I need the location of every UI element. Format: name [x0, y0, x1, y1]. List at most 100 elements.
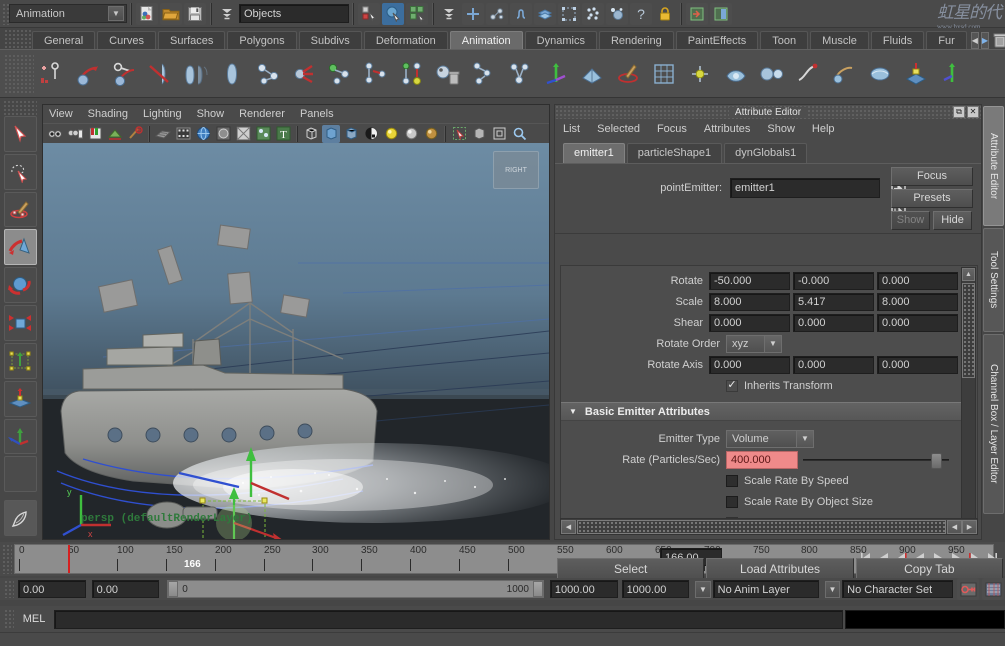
shelf-tab-grip[interactable]	[4, 29, 32, 49]
wire-tool-icon[interactable]	[792, 58, 824, 90]
scale-rate-by-object-size-checkbox[interactable]	[726, 496, 738, 508]
skin-bind-icon[interactable]	[540, 58, 572, 90]
attribute-editor-tab-particleShape1[interactable]: particleShape1	[627, 143, 722, 163]
attribute-editor-menu-list[interactable]: List	[563, 123, 580, 135]
rate-slider-handle[interactable]	[931, 453, 942, 469]
playback-start-field[interactable]: 1000.00	[550, 580, 618, 598]
bookmarks-icon[interactable]	[86, 125, 104, 143]
select-bounding-icon[interactable]	[490, 125, 508, 143]
attribute-editor-menu-attributes[interactable]: Attributes	[704, 123, 750, 135]
time-slider-grip[interactable]	[2, 544, 12, 574]
lattice-icon[interactable]	[648, 58, 680, 90]
delete-key-icon[interactable]	[144, 58, 176, 90]
rotate-y-input[interactable]	[793, 272, 874, 290]
viewport-menu-panels[interactable]: Panels	[300, 108, 334, 120]
scale-z-input[interactable]	[877, 293, 958, 311]
animation-preferences-icon[interactable]	[982, 578, 1004, 600]
viewport-menu-renderer[interactable]: Renderer	[239, 108, 285, 120]
command-line-grip[interactable]	[4, 609, 14, 629]
rotate-axis-x-input[interactable]	[709, 356, 790, 374]
blend-shape-icon[interactable]	[756, 58, 788, 90]
inherits-transform-checkbox[interactable]	[726, 380, 738, 392]
cluster-icon[interactable]	[684, 58, 716, 90]
close-window-icon[interactable]: ✕	[967, 106, 979, 118]
wireframe-icon[interactable]	[302, 125, 320, 143]
basic-emitter-attributes-section[interactable]: ▼ Basic Emitter Attributes	[561, 402, 961, 421]
snap-mode-icon[interactable]	[438, 3, 460, 25]
resolution-gate-icon[interactable]	[194, 125, 212, 143]
hscrollbar-thumb[interactable]	[577, 520, 946, 534]
soft-modification-icon[interactable]	[900, 58, 932, 90]
sculpt-deformer-icon[interactable]	[828, 58, 860, 90]
mirror-joint-icon[interactable]	[396, 58, 428, 90]
focus-button[interactable]: Focus	[891, 167, 973, 186]
shelf-tab-subdivs[interactable]: Subdivs	[299, 31, 362, 49]
use-all-lights-icon[interactable]	[402, 125, 420, 143]
current-frame-indicator[interactable]	[68, 545, 70, 574]
attribute-editor-vertical-scrollbar[interactable]: ▲ ▼	[961, 267, 976, 533]
chevron-left-icon[interactable]: ◀	[971, 32, 979, 49]
anim-layer-field[interactable]: No Anim Layer	[713, 580, 819, 598]
shelf-tab-curves[interactable]: Curves	[97, 31, 156, 49]
anim-start-time-field[interactable]: 0.00	[18, 580, 86, 598]
wireframe-on-shaded-icon[interactable]	[470, 125, 488, 143]
scale-tool[interactable]	[4, 305, 37, 341]
selection-mask-icon[interactable]	[216, 3, 238, 25]
orient-joint-icon[interactable]	[504, 58, 536, 90]
orientation-cube[interactable]: RIGHT	[493, 151, 539, 189]
lasso-tool[interactable]	[4, 154, 37, 190]
set-driven-key-icon[interactable]	[108, 58, 140, 90]
sidebar-right-icon[interactable]	[710, 3, 732, 25]
smooth-shade-selected-icon[interactable]	[342, 125, 360, 143]
shelf-tab-general[interactable]: General	[32, 31, 95, 49]
create-joint-icon[interactable]	[324, 58, 356, 90]
shear-y-input[interactable]	[793, 314, 874, 332]
sidebar-left-icon[interactable]	[686, 3, 708, 25]
shelf-tab-dynamics[interactable]: Dynamics	[525, 31, 597, 49]
restore-window-icon[interactable]: ⧉	[953, 106, 965, 118]
right-tab-channel-box-layer-editor[interactable]: Channel Box / Layer Editor	[983, 334, 1004, 514]
set-key-icon[interactable]	[36, 58, 68, 90]
chevron-down-icon[interactable]: ▼	[108, 6, 124, 21]
anim-layer-dropdown-arrow[interactable]: ▼	[695, 581, 710, 598]
menu-set-selector[interactable]: Animation ▼	[9, 4, 127, 23]
move-tool[interactable]	[4, 229, 37, 265]
command-line-input[interactable]	[54, 610, 843, 629]
viewport-3d[interactable]: x y RIGHT persp (defaultRenderLayer)	[43, 143, 549, 539]
ik-handle-icon[interactable]	[252, 58, 284, 90]
chevron-right-icon[interactable]: ▶	[981, 32, 989, 49]
select-by-component-icon[interactable]	[358, 3, 380, 25]
attribute-editor-menu-show[interactable]: Show	[767, 123, 795, 135]
new-scene-icon[interactable]	[136, 3, 158, 25]
shelf-tab-animation[interactable]: Animation	[450, 31, 523, 49]
remove-joint-icon[interactable]	[432, 58, 464, 90]
paint-weights-icon[interactable]	[612, 58, 644, 90]
attribute-editor-menu-selected[interactable]: Selected	[597, 123, 640, 135]
rotate-axis-y-input[interactable]	[793, 356, 874, 374]
character-set-dropdown-arrow[interactable]: ▼	[825, 581, 840, 598]
text-toggle-icon[interactable]: T	[274, 125, 292, 143]
shelf-tab-deformation[interactable]: Deformation	[364, 31, 448, 49]
viewport-menu-view[interactable]: View	[49, 108, 73, 120]
node-name-input[interactable]	[730, 178, 880, 198]
set-breakdown-key-icon[interactable]	[72, 58, 104, 90]
connect-joint-icon[interactable]	[360, 58, 392, 90]
rotate-axis-z-input[interactable]	[877, 356, 958, 374]
anim-end-time-field[interactable]: 0.00	[92, 580, 160, 598]
magnify-icon[interactable]	[510, 125, 528, 143]
emitter-type-select[interactable]: Volume ▼	[726, 430, 814, 448]
unghost-selected-icon[interactable]	[216, 58, 248, 90]
attribute-editor-menu-help[interactable]: Help	[812, 123, 835, 135]
attribute-editor-tab-dynGlobals1[interactable]: dynGlobals1	[724, 143, 807, 163]
scroll-up-button[interactable]: ▲	[962, 268, 975, 281]
smooth-shade-all-icon[interactable]	[322, 125, 340, 143]
right-tab-attribute-editor[interactable]: Attribute Editor	[983, 106, 1004, 226]
film-gate-icon[interactable]	[174, 125, 192, 143]
attribute-editor-menu-focus[interactable]: Focus	[657, 123, 687, 135]
rate-input[interactable]	[726, 451, 798, 469]
shelf-grip[interactable]	[4, 54, 34, 94]
scroll-right-button[interactable]: ◀	[947, 520, 962, 534]
shear-z-input[interactable]	[877, 314, 958, 332]
rotate-tool[interactable]	[4, 267, 37, 303]
lock-icon[interactable]	[654, 3, 676, 25]
